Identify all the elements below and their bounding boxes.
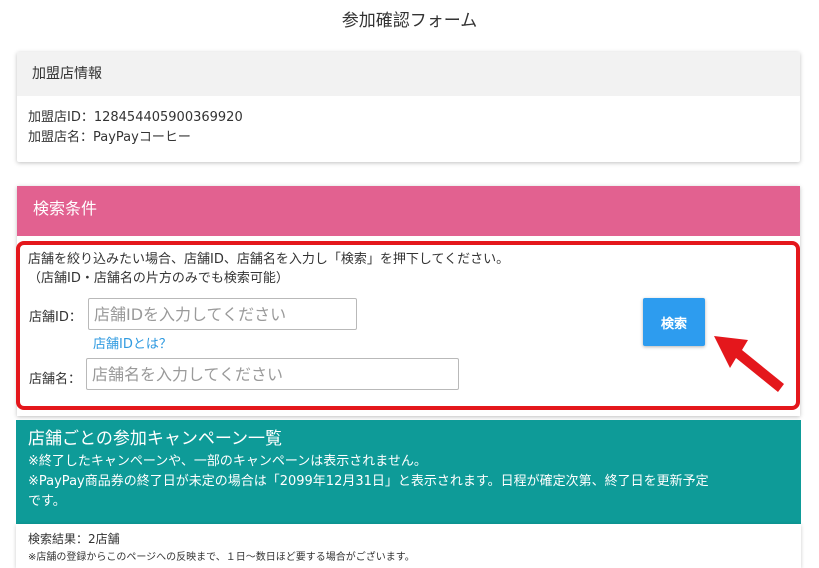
search-description-text: 店舗を絞り込みたい場合、店舗ID、店舗名を入力し「検索」を押下してください。 [28,252,510,267]
arrow-icon [714,336,784,392]
merchant-info-body: 加盟店ID：128454405900369920 加盟店名：PayPayコーヒー [17,96,800,148]
page-title: 参加確認フォーム [341,11,478,31]
store-name-label: 店舗名： [29,372,82,387]
campaign-list-title: 店舗ごとの参加キャンペーン一覧 [28,429,282,449]
store-id-label: 店舗ID： [29,310,82,325]
search-results: 検索結果：2店舗 ※店舗の登録からこのページへの反映まで、１日〜数日ほど要する場… [16,524,801,568]
store-name-input[interactable] [86,358,459,390]
campaign-note-1: ※終了したキャンペーンや、一部のキャンペーンは表示されません。 [28,454,427,469]
search-button[interactable]: 検索 [643,298,705,346]
search-description-note: （店舗ID・店舗名の片方のみでも検索可能） [28,271,289,286]
merchant-name: 加盟店名：PayPayコーヒー [28,130,191,145]
campaign-note-2: ※PayPay商品券の終了日が未定の場合は「2099年12月31日」と表示されま… [28,474,709,489]
results-count: 検索結果：2店舗 [28,532,120,546]
search-description: 店舗を絞り込みたい場合、店舗ID、店舗名を入力し「検索」を押下してください。 （… [28,250,509,288]
campaign-list-header: 店舗ごとの参加キャンペーン一覧 ※終了したキャンペーンや、一部のキャンペーンは表… [16,420,801,524]
store-id-input[interactable] [88,298,357,330]
merchant-info-header: 加盟店情報 [17,52,800,96]
results-note: ※店舗の登録からこのページへの反映まで、１日〜数日ほど要する場合がございます。 [28,552,415,563]
search-conditions-header: 検索条件 [17,186,800,236]
campaign-note-2-cont: です。 [28,494,66,509]
store-id-help-link[interactable]: 店舗IDとは？ [93,333,172,352]
merchant-id: 加盟店ID：128454405900369920 [28,110,243,125]
merchant-info-card: 加盟店情報 加盟店ID：128454405900369920 加盟店名：PayP… [17,52,800,162]
